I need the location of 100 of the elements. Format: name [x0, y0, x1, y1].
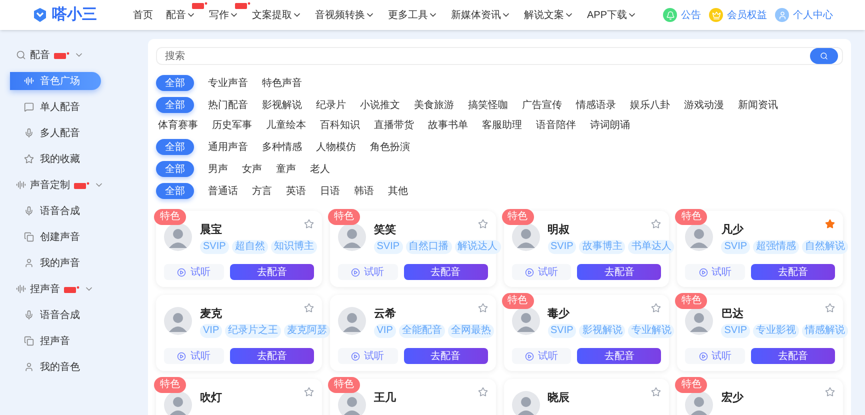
dub-button[interactable]: 去配音 [404, 348, 488, 364]
dub-button[interactable]: 去配音 [751, 348, 835, 364]
search-input[interactable]: 搜索 [165, 48, 810, 64]
favorite-icon[interactable] [651, 219, 662, 229]
filter-chip[interactable]: 日语 [318, 183, 342, 199]
filter-chip[interactable]: 普通话 [206, 183, 240, 199]
voice-tag: SVIP [721, 240, 750, 254]
filter-chip[interactable]: 人物模仿 [314, 139, 358, 155]
play-icon [698, 352, 708, 360]
filter-chip[interactable]: 游戏动漫 [682, 97, 726, 113]
favorite-icon[interactable] [478, 387, 488, 397]
filter-chip[interactable]: 英语 [284, 183, 308, 199]
favorite-icon[interactable] [304, 387, 314, 397]
voice-name: 凡少 [721, 225, 744, 236]
favorite-icon[interactable] [304, 303, 314, 313]
filter-chip[interactable]: 童声 [274, 161, 298, 177]
filter-chip[interactable]: 故事书单 [426, 117, 470, 133]
filter-chip[interactable]: 老人 [308, 161, 332, 177]
filter-chip[interactable]: 全部 [156, 75, 194, 91]
filter-chip[interactable]: 百科知识 [318, 117, 362, 133]
sidebar-item[interactable]: 我的收藏 [0, 146, 143, 172]
dub-button[interactable]: 去配音 [577, 264, 662, 280]
sidebar-item[interactable]: 多人配音 [0, 120, 143, 146]
nav-menu-item[interactable]: 首页 [133, 8, 153, 22]
filter-chip[interactable]: 热门配音 [206, 97, 250, 113]
filter-chip[interactable]: 情感语录 [574, 97, 618, 113]
filter-chip[interactable]: 方言 [250, 183, 274, 199]
sidebar-group[interactable]: 捏声音 [30, 282, 60, 296]
favorite-icon[interactable] [478, 303, 488, 313]
filter-chip[interactable]: 通用声音 [206, 139, 250, 155]
filter-chip[interactable]: 影视解说 [260, 97, 304, 113]
filter-chip[interactable]: 韩语 [352, 183, 376, 199]
dub-button[interactable]: 去配音 [577, 348, 662, 364]
dub-button[interactable]: 去配音 [230, 264, 314, 280]
nav-menu-item[interactable]: 写作 [209, 8, 239, 22]
favorite-icon[interactable] [825, 303, 835, 313]
nav-menu-item[interactable]: APP下载 [587, 8, 638, 22]
header-link[interactable]: 公告 [681, 8, 701, 22]
filter-chip[interactable]: 客服助理 [480, 117, 524, 133]
filter-chip[interactable]: 娱乐八卦 [628, 97, 672, 113]
filter-chip[interactable]: 新闻资讯 [736, 97, 780, 113]
filter-chip[interactable]: 全部 [156, 183, 194, 199]
nav-menu-item[interactable]: 配音 [166, 8, 196, 22]
favorite-icon[interactable] [651, 387, 662, 397]
favorite-icon[interactable] [651, 303, 662, 313]
filter-chip[interactable]: 多种情感 [260, 139, 304, 155]
filter-chip[interactable]: 特色声音 [260, 75, 304, 91]
play-icon [698, 268, 708, 276]
nav-menu-item[interactable]: 文案提取 [252, 8, 302, 22]
header-link[interactable]: 个人中心 [793, 8, 833, 22]
nav-menu-item[interactable]: 音视频转换 [315, 8, 375, 22]
filter-chip[interactable]: 女声 [240, 161, 264, 177]
sidebar-item[interactable]: 捏声音 [0, 328, 143, 354]
filter-chip[interactable]: 广告宣传 [520, 97, 564, 113]
voice-name: 巴达 [721, 309, 744, 320]
filter-chip[interactable]: 诗词朗诵 [588, 117, 632, 133]
avatar-icon [685, 307, 714, 335]
filter-chip[interactable]: 语音陪伴 [534, 117, 578, 133]
filter-chip[interactable]: 全部 [156, 97, 194, 113]
dub-button[interactable]: 去配音 [404, 264, 488, 280]
sidebar-item[interactable]: 语音合成 [0, 302, 143, 328]
play-icon [351, 268, 360, 276]
sidebar-group[interactable]: 配音 [30, 48, 50, 62]
filter-chip[interactable]: 专业声音 [206, 75, 250, 91]
search-field[interactable]: 搜索 [156, 47, 843, 65]
group-icon [16, 50, 26, 60]
filter-chip[interactable]: 角色扮演 [368, 139, 412, 155]
sidebar-item[interactable]: 单人配音 [0, 94, 143, 120]
nav-menu-item[interactable]: 解说文案 [524, 8, 574, 22]
nav-menu-item[interactable]: 更多工具 [388, 8, 438, 22]
voice-tag: 情感解说 [802, 324, 848, 338]
filter-chip[interactable]: 搞笑怪咖 [466, 97, 510, 113]
sidebar-group[interactable]: 声音定制 [30, 178, 70, 192]
header-link[interactable]: 会员权益 [727, 8, 767, 22]
favorite-icon[interactable] [478, 219, 488, 229]
favorite-icon[interactable] [825, 219, 835, 229]
sidebar-item[interactable]: 创建声音 [0, 224, 143, 250]
sidebar-item[interactable]: 语音合成 [0, 198, 143, 224]
voice-tag: 自然解说 [802, 240, 848, 254]
dub-button[interactable]: 去配音 [751, 264, 835, 280]
filter-chip[interactable]: 全部 [156, 139, 194, 155]
filter-chip[interactable]: 美食旅游 [412, 97, 456, 113]
filter-chip[interactable]: 纪录片 [314, 97, 348, 113]
sidebar-item[interactable]: 我的音色 [0, 354, 143, 380]
dub-button[interactable]: 去配音 [230, 348, 314, 364]
filter-chip[interactable]: 其他 [386, 183, 410, 199]
filter-chip[interactable]: 历史军事 [210, 117, 254, 133]
search-button[interactable] [810, 48, 838, 64]
filter-chip[interactable]: 男声 [206, 161, 230, 177]
sidebar-item[interactable]: 我的声音 [0, 250, 143, 276]
filter-chip[interactable]: 直播带货 [372, 117, 416, 133]
filter-chip[interactable]: 全部 [156, 161, 194, 177]
filter-chip[interactable]: 小说推文 [358, 97, 402, 113]
filter-chip[interactable]: 儿童绘本 [264, 117, 308, 133]
favorite-icon[interactable] [304, 219, 314, 229]
voice-tag: 知识博主 [270, 240, 317, 254]
favorite-icon[interactable] [825, 387, 835, 397]
filter-chip[interactable]: 体育赛事 [156, 117, 200, 133]
avatar-icon [338, 307, 366, 335]
nav-menu-item[interactable]: 新媒体资讯 [451, 8, 511, 22]
